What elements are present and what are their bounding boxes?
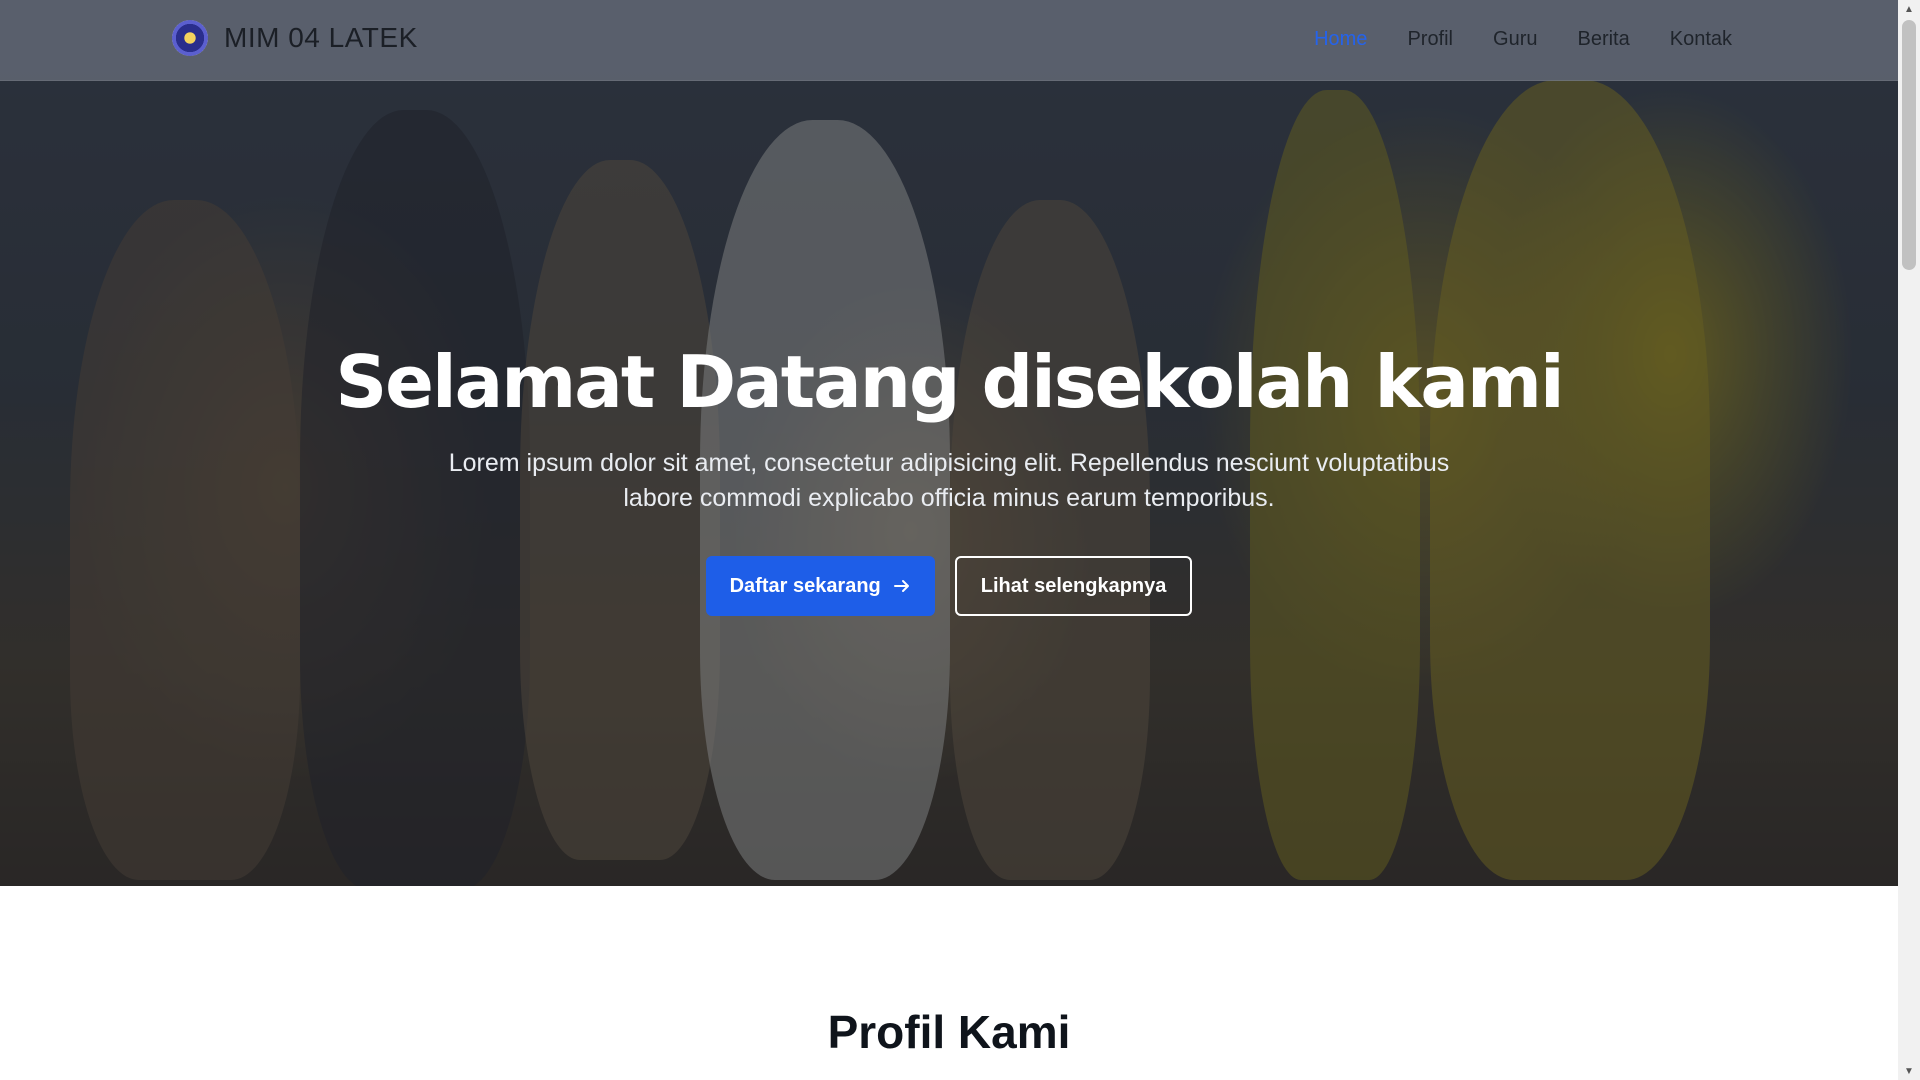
nav-item-home[interactable]: Home bbox=[1314, 28, 1367, 51]
hero-title: Selamat Datang disekolah kami bbox=[335, 340, 1564, 424]
nav-item-kontak[interactable]: Kontak bbox=[1670, 28, 1732, 51]
scroll-down-arrow-icon[interactable]: ▼ bbox=[1898, 1062, 1920, 1080]
hero-actions: Daftar sekarang Lihat selengkapnya bbox=[0, 556, 1898, 616]
arrow-right-icon bbox=[893, 580, 909, 592]
school-emblem-icon bbox=[172, 20, 208, 56]
register-button[interactable]: Daftar sekarang bbox=[705, 556, 935, 616]
register-button-label: Daftar sekarang bbox=[729, 574, 881, 597]
section-title-profil: Profil Kami bbox=[827, 1006, 1071, 1058]
nav-item-berita[interactable]: Berita bbox=[1577, 28, 1629, 51]
hero-content: Selamat Datang disekolah kami Lorem ipsu… bbox=[0, 340, 1898, 616]
top-navbar: MIM 04 LATEK Home Profil Guru Berita Kon… bbox=[0, 0, 1898, 81]
page-scrollbar[interactable]: ▲ ▼ bbox=[1898, 0, 1920, 1080]
learn-more-button[interactable]: Lihat selengkapnya bbox=[954, 556, 1193, 616]
scroll-up-arrow-icon[interactable]: ▲ bbox=[1898, 0, 1920, 18]
learn-more-button-label: Lihat selengkapnya bbox=[980, 574, 1167, 597]
nav-item-profil[interactable]: Profil bbox=[1407, 28, 1453, 51]
scrollbar-thumb[interactable] bbox=[1902, 20, 1916, 270]
nav-menu: Home Profil Guru Berita Kontak bbox=[1314, 28, 1732, 51]
brand-link[interactable]: MIM 04 LATEK bbox=[172, 20, 418, 56]
hero-subtitle: Lorem ipsum dolor sit amet, consectetur … bbox=[448, 449, 1450, 512]
nav-item-guru[interactable]: Guru bbox=[1493, 28, 1537, 51]
brand-name: MIM 04 LATEK bbox=[224, 22, 418, 53]
